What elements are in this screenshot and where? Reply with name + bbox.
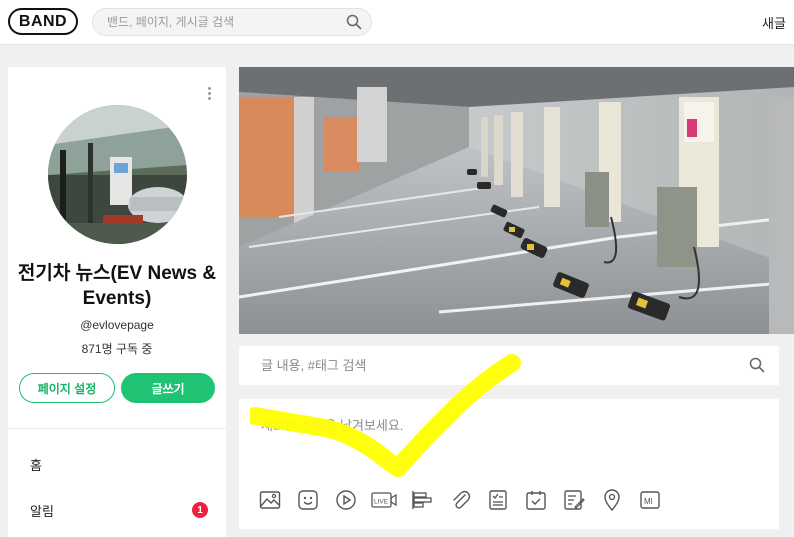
- more-options-icon[interactable]: [206, 87, 212, 105]
- page-title: 전기차 뉴스(EV News & Events): [17, 263, 217, 309]
- write-post-button[interactable]: 글쓰기: [121, 373, 215, 403]
- global-search-input[interactable]: [107, 9, 337, 35]
- search-icon[interactable]: [749, 357, 765, 378]
- post-composer: LIVE Ml: [239, 399, 779, 529]
- page-avatar[interactable]: [48, 105, 187, 244]
- band-logo[interactable]: BAND: [8, 8, 78, 35]
- todo-icon[interactable]: [485, 487, 511, 513]
- notification-badge: 1: [192, 502, 208, 518]
- sticker-icon[interactable]: [295, 487, 321, 513]
- markdown-icon[interactable]: Ml: [637, 487, 663, 513]
- svg-text:LIVE: LIVE: [374, 499, 389, 506]
- attachment-icon[interactable]: [447, 487, 473, 513]
- divider: [8, 428, 226, 429]
- schedule-icon[interactable]: [523, 487, 549, 513]
- global-search[interactable]: [92, 8, 372, 36]
- quiz-icon[interactable]: [561, 487, 587, 513]
- search-icon[interactable]: [346, 14, 362, 35]
- svg-text:Ml: Ml: [644, 497, 653, 506]
- subscriber-count: 871명 구독 중: [81, 342, 153, 356]
- live-icon[interactable]: LIVE: [371, 487, 397, 513]
- poll-icon[interactable]: [409, 487, 435, 513]
- nav-item-notifications[interactable]: 알림: [30, 501, 54, 520]
- page-handle: @evlovepage: [80, 318, 154, 332]
- cover-photo: [239, 67, 794, 334]
- nav-item-home[interactable]: 홈: [30, 455, 42, 474]
- top-header: BAND 새글: [0, 0, 794, 45]
- location-icon[interactable]: [599, 487, 625, 513]
- image-icon[interactable]: [257, 487, 283, 513]
- video-icon[interactable]: [333, 487, 359, 513]
- post-composer-input[interactable]: [261, 417, 751, 467]
- new-posts-link[interactable]: 새글: [762, 13, 786, 32]
- page-settings-button[interactable]: 페이지 설정: [19, 373, 115, 403]
- post-search-input[interactable]: [261, 346, 721, 385]
- post-search-box[interactable]: [239, 346, 779, 385]
- page-profile-card: 전기차 뉴스(EV News & Events) @evlovepage 871…: [8, 67, 226, 537]
